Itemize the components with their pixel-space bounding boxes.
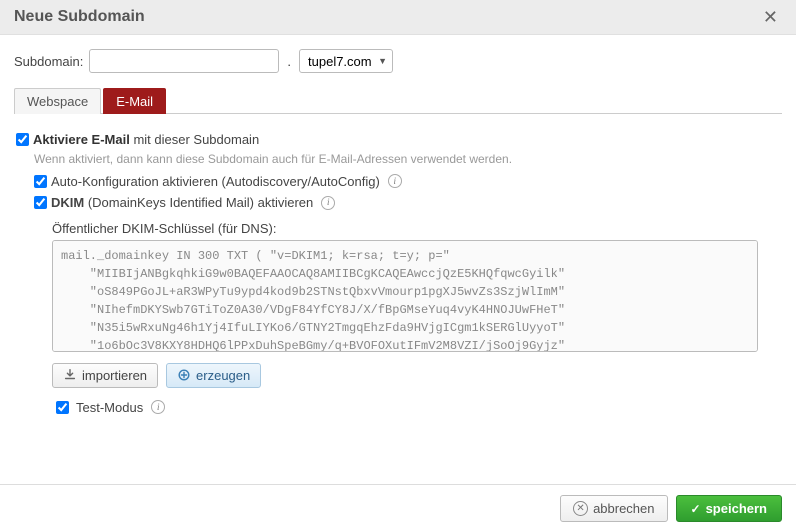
email-section: Aktiviere E-Mail mit dieser Subdomain We… <box>14 130 782 417</box>
import-icon <box>63 368 77 382</box>
dkim-key-label: Öffentlicher DKIM-Schlüssel (für DNS): <box>52 221 780 236</box>
save-button-label: speichern <box>706 501 767 516</box>
dkim-row: DKIM (DomainKeys Identified Mail) aktivi… <box>34 193 780 213</box>
tab-webspace[interactable]: Webspace <box>14 88 101 114</box>
dkim-checkbox[interactable] <box>34 196 47 209</box>
generate-button[interactable]: erzeugen <box>166 363 261 388</box>
subdomain-label: Subdomain: <box>14 54 83 69</box>
info-icon[interactable]: i <box>321 196 335 210</box>
import-button[interactable]: importieren <box>52 363 158 388</box>
autoconfig-checkbox[interactable] <box>34 175 47 188</box>
dialog-footer: ✕ abbrechen ✓ speichern <box>0 484 796 532</box>
tab-email[interactable]: E-Mail <box>103 88 166 114</box>
check-icon: ✓ <box>691 502 701 516</box>
cancel-icon: ✕ <box>573 501 588 516</box>
activate-email-row: Aktiviere E-Mail mit dieser Subdomain <box>16 130 780 150</box>
dkim-key-textarea[interactable] <box>52 240 758 352</box>
subdomain-input[interactable] <box>89 49 279 73</box>
info-icon[interactable]: i <box>388 174 402 188</box>
import-button-label: importieren <box>82 368 147 383</box>
dkim-buttons: importieren erzeugen <box>52 363 780 388</box>
activate-email-hint: Wenn aktiviert, dann kann diese Subdomai… <box>34 152 780 166</box>
dkim-label: DKIM (DomainKeys Identified Mail) aktivi… <box>51 193 313 213</box>
info-icon[interactable]: i <box>151 400 165 414</box>
test-mode-checkbox[interactable] <box>56 401 69 414</box>
activate-email-checkbox[interactable] <box>16 133 29 146</box>
autoconfig-row: Auto-Konfiguration aktivieren (Autodisco… <box>34 172 780 192</box>
dialog-title: Neue Subdomain <box>14 8 145 26</box>
activate-email-label: Aktiviere E-Mail mit dieser Subdomain <box>33 130 259 150</box>
generate-button-label: erzeugen <box>196 368 250 383</box>
dot-separator: . <box>287 54 291 69</box>
save-button[interactable]: ✓ speichern <box>676 495 782 522</box>
dkim-block: Öffentlicher DKIM-Schlüssel (für DNS): <box>52 221 780 355</box>
sub-options: Auto-Konfiguration aktivieren (Autodisco… <box>34 172 780 213</box>
generate-icon <box>177 368 191 382</box>
cancel-button[interactable]: ✕ abbrechen <box>560 495 667 522</box>
subdomain-row: Subdomain: . tupel7.com ▼ <box>14 49 782 73</box>
dialog: Neue Subdomain ✕ Subdomain: . tupel7.com… <box>0 0 796 532</box>
tabs: Webspace E-Mail <box>14 87 782 114</box>
close-icon[interactable]: ✕ <box>759 8 782 26</box>
titlebar: Neue Subdomain ✕ <box>0 0 796 35</box>
dialog-content: Subdomain: . tupel7.com ▼ Webspace E-Mai… <box>0 35 796 417</box>
test-mode-row: Test-Modus i <box>52 398 780 417</box>
test-mode-label: Test-Modus <box>76 400 143 415</box>
autoconfig-label: Auto-Konfiguration aktivieren (Autodisco… <box>51 172 380 192</box>
cancel-button-label: abbrechen <box>593 501 654 516</box>
domain-select[interactable]: tupel7.com <box>299 49 393 73</box>
